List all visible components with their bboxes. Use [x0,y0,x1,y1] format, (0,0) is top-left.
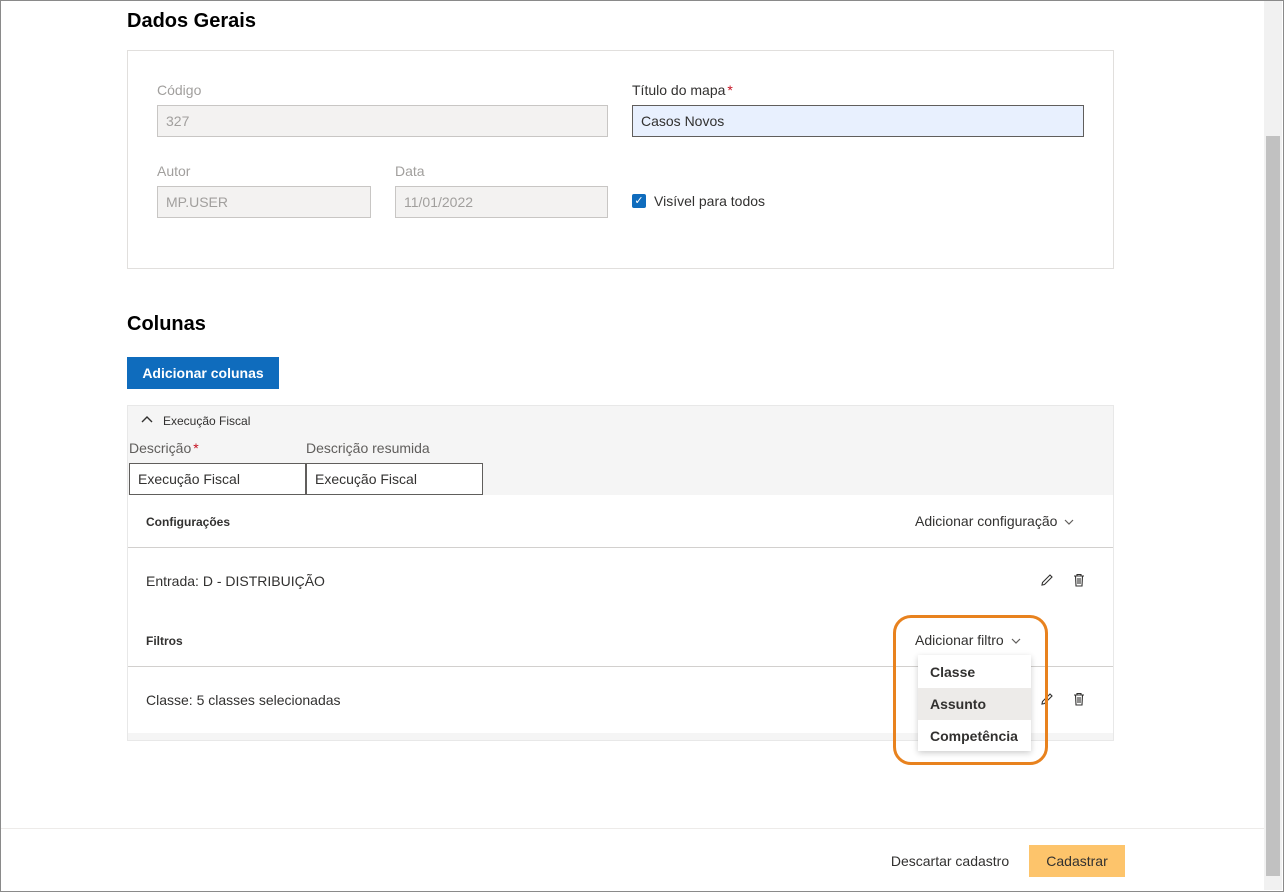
footer-divider [1,828,1264,829]
trash-icon[interactable] [1070,572,1088,590]
discard-button[interactable]: Descartar cadastro [880,845,1020,877]
edit-icon[interactable] [1038,572,1056,590]
required-mark: * [727,82,733,98]
chevron-down-icon [1064,519,1074,525]
codigo-label: Código [157,82,202,98]
descricao-resumida-field[interactable]: Execução Fiscal [306,463,483,495]
titulo-field[interactable]: Casos Novos [632,105,1084,137]
filtros-label: Filtros [146,634,183,648]
add-config-button[interactable]: Adicionar configuração [915,513,1074,529]
add-config-label: Adicionar configuração [915,513,1058,529]
autor-label: Autor [157,163,191,179]
dados-gerais-card [127,50,1114,269]
submit-button[interactable]: Cadastrar [1029,845,1125,877]
codigo-field: 327 [157,105,608,137]
autor-field: MP.USER [157,186,371,218]
data-field: 11/01/2022 [395,186,608,218]
visivel-checkbox[interactable]: ✓ [632,194,646,208]
divider [128,547,1113,548]
titulo-label: Título do mapa * [632,82,733,98]
descricao-label: Descrição * [129,440,199,456]
filter-item: Classe: 5 classes selecionadas [146,692,341,708]
scrollbar-thumb[interactable] [1266,136,1280,876]
chevron-up-icon[interactable] [141,413,153,429]
column-section-title[interactable]: Execução Fiscal [163,414,250,428]
visivel-label: Visível para todos [654,193,766,209]
add-columns-button[interactable]: Adicionar colunas [127,357,279,389]
required-mark: * [193,440,199,456]
trash-icon[interactable] [1070,691,1088,709]
descricao-field[interactable]: Execução Fiscal [129,463,306,495]
configuracoes-label: Configurações [146,515,231,529]
data-label: Data [395,163,425,179]
titulo-label-text: Título do mapa [632,82,726,98]
descricao-resumida-label: Descrição resumida [306,440,430,456]
section-title-dados-gerais: Dados Gerais [127,10,256,32]
config-item: Entrada: D - DISTRIBUIÇÃO [146,573,325,589]
section-title-colunas: Colunas [127,313,206,335]
highlight-annotation [893,615,1048,765]
descricao-label-text: Descrição [129,440,192,456]
